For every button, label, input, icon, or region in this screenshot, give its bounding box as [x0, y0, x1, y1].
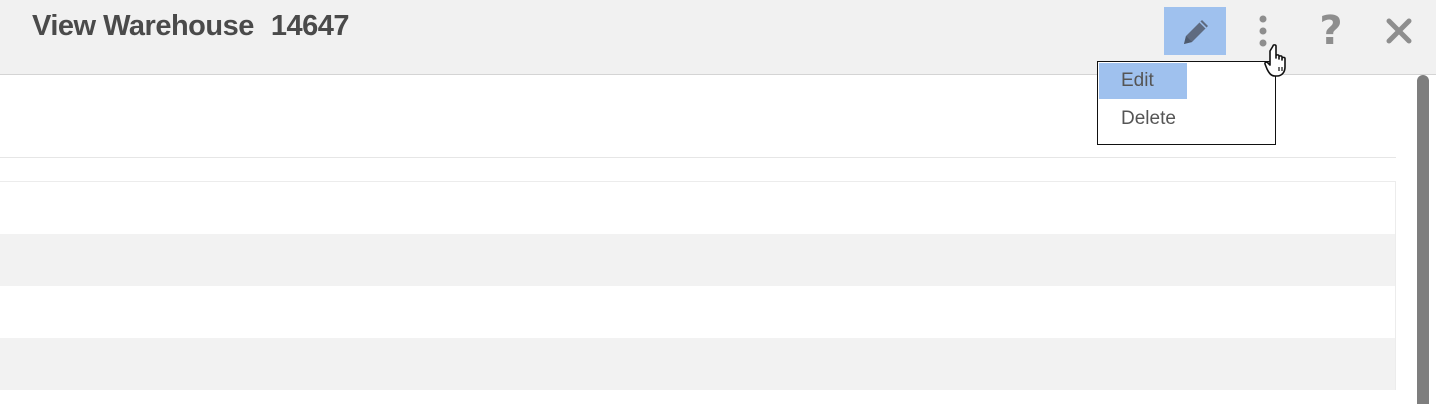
table-body — [0, 181, 1396, 390]
help-icon: ? — [1319, 8, 1343, 54]
table-row[interactable] — [0, 338, 1396, 390]
close-icon — [1386, 18, 1412, 44]
vertical-scrollbar-thumb[interactable] — [1417, 75, 1429, 404]
options-dropdown-menu: Edit Delete — [1097, 61, 1276, 145]
edit-button[interactable] — [1164, 7, 1226, 55]
hand-pointer-icon — [1264, 44, 1286, 77]
close-button[interactable] — [1368, 7, 1430, 55]
table-row[interactable] — [0, 234, 1396, 286]
help-button[interactable]: ? — [1300, 7, 1362, 55]
table-row[interactable] — [0, 182, 1396, 234]
menu-item-delete[interactable]: Delete — [1099, 104, 1187, 134]
title-label: View Warehouse — [32, 10, 254, 42]
warehouse-id: 14647 — [270, 10, 350, 42]
menu-item-edit[interactable]: Edit — [1099, 63, 1187, 99]
pencil-icon — [1184, 20, 1208, 44]
table-row[interactable] — [0, 286, 1396, 338]
page-title: View Warehouse 14647 — [32, 10, 350, 43]
